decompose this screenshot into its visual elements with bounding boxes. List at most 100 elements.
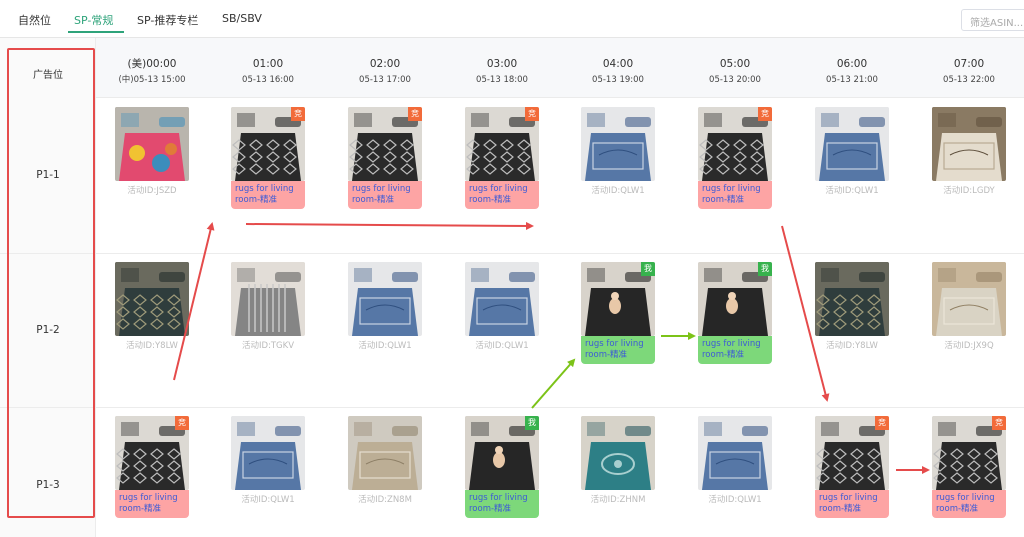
ad-slot-cell[interactable]: 活动ID:JSZD: [115, 107, 189, 196]
product-thumbnail[interactable]: [815, 107, 889, 181]
competitor-badge: 竞: [992, 416, 1006, 430]
time-column-header: 06:00 05-13 21:00: [802, 57, 902, 87]
keyword-caption: rugs for living room-精准: [698, 181, 772, 209]
us-time-label: 06:00: [836, 58, 868, 70]
keyword-caption: rugs for living room-精准: [231, 181, 305, 209]
product-thumbnail[interactable]: 竞: [465, 107, 539, 181]
product-thumbnail[interactable]: 我: [465, 416, 539, 490]
product-thumbnail[interactable]: 竞: [932, 416, 1006, 490]
competitor-badge: 竞: [875, 416, 889, 430]
product-thumbnail[interactable]: [231, 262, 305, 336]
ad-slot-cell[interactable]: 我 rugs for living room-精准: [581, 262, 655, 364]
tab-sp-regular[interactable]: SP-常规: [74, 12, 113, 28]
product-thumbnail[interactable]: [348, 262, 422, 336]
ad-slot-cell[interactable]: 活动ID:Y8LW: [115, 262, 189, 351]
ad-slot-cell[interactable]: 活动ID:QLW1: [231, 416, 305, 505]
ad-slot-cell[interactable]: 活动ID:QLW1: [465, 262, 539, 351]
ad-slot-cell[interactable]: 竞 rugs for living room-精准: [932, 416, 1006, 518]
competitor-badge: 竞: [408, 107, 422, 121]
campaign-id-label: 活动ID:TGKV: [241, 341, 295, 351]
product-thumbnail[interactable]: [698, 416, 772, 490]
keyword-caption: rugs for living room-精准: [815, 490, 889, 518]
ad-slot-cell[interactable]: 活动ID:LGDY: [932, 107, 1006, 196]
ad-slot-monitor-page: 自然位 SP-常规 SP-推荐专栏 SB/SBV 筛选ASIN... 广告位 P…: [0, 0, 1024, 537]
product-thumbnail[interactable]: 我: [698, 262, 772, 336]
time-column-header: 01:00 05-13 16:00: [218, 57, 318, 87]
cn-time-label: 05-13 16:00: [242, 75, 294, 85]
cn-time-label: 05-13 18:00: [476, 75, 528, 85]
tab-organic[interactable]: 自然位: [18, 12, 51, 28]
product-thumbnail[interactable]: [581, 416, 655, 490]
competitor-badge: 竞: [525, 107, 539, 121]
ad-slot-cell[interactable]: 竞 rugs for living room-精准: [465, 107, 539, 209]
ad-slot-cell[interactable]: 活动ID:QLW1: [815, 107, 889, 196]
product-thumbnail[interactable]: [231, 416, 305, 490]
keyword-caption: rugs for living room-精准: [932, 490, 1006, 518]
product-thumbnail[interactable]: [115, 107, 189, 181]
product-thumbnail[interactable]: [581, 107, 655, 181]
keyword-caption: rugs for living room-精准: [348, 181, 422, 209]
keyword-caption: rugs for living room-精准: [465, 490, 539, 518]
cn-time-label: 05-13 21:00: [826, 75, 878, 85]
ad-slot-cell[interactable]: 活动ID:TGKV: [231, 262, 305, 351]
product-thumbnail[interactable]: 我: [581, 262, 655, 336]
tab-bar: 自然位 SP-常规 SP-推荐专栏 SB/SBV 筛选ASIN...: [0, 0, 1024, 38]
competitor-badge: 竞: [175, 416, 189, 430]
product-thumbnail[interactable]: [815, 262, 889, 336]
ad-slot-cell[interactable]: 竞 rugs for living room-精准: [348, 107, 422, 209]
slot-grid: 广告位 P1-1 P1-2 P1-3 (美)00:00 (中)05-13 15:0…: [0, 38, 1024, 537]
cn-time-label: 05-13 17:00: [359, 75, 411, 85]
product-thumbnail[interactable]: [465, 262, 539, 336]
slot-column-highlight: [7, 48, 95, 518]
campaign-id-label: 活动ID:QLW1: [591, 186, 645, 196]
product-thumbnail[interactable]: [932, 107, 1006, 181]
keyword-caption: rugs for living room-精准: [115, 490, 189, 518]
ad-slot-cell[interactable]: 活动ID:QLW1: [698, 416, 772, 505]
ad-slot-cell[interactable]: 竞 rugs for living room-精准: [698, 107, 772, 209]
ad-slot-cell[interactable]: 活动ID:Y8LW: [815, 262, 889, 351]
cn-time-label: 05-13 19:00: [592, 75, 644, 85]
product-thumbnail[interactable]: [348, 416, 422, 490]
us-time-label: 03:00: [486, 58, 518, 70]
tab-sb-sbv[interactable]: SB/SBV: [222, 12, 262, 25]
campaign-id-label: 活动ID:QLW1: [475, 341, 529, 351]
product-thumbnail[interactable]: 竞: [115, 416, 189, 490]
product-thumbnail[interactable]: 竞: [698, 107, 772, 181]
ad-slot-cell[interactable]: 竞 rugs for living room-精准: [231, 107, 305, 209]
us-time-label: (美)00:00: [127, 58, 177, 70]
campaign-id-label: 活动ID:ZHNM: [590, 495, 646, 505]
campaign-id-label: 活动ID:QLW1: [825, 186, 879, 196]
product-thumbnail[interactable]: 竞: [815, 416, 889, 490]
product-thumbnail[interactable]: [115, 262, 189, 336]
product-thumbnail[interactable]: 竞: [348, 107, 422, 181]
own-product-badge: 我: [758, 262, 772, 276]
competitor-badge: 竞: [291, 107, 305, 121]
campaign-id-label: 活动ID:Y8LW: [826, 341, 878, 351]
ad-slot-cell[interactable]: 活动ID:JX9Q: [932, 262, 1006, 351]
ad-slot-cell[interactable]: 活动ID:QLW1: [348, 262, 422, 351]
keyword-caption: rugs for living room-精准: [581, 336, 655, 364]
us-time-label: 02:00: [369, 58, 401, 70]
own-product-badge: 我: [641, 262, 655, 276]
cn-time-label: 05-13 22:00: [943, 75, 995, 85]
ad-slot-cell[interactable]: 活动ID:ZHNM: [581, 416, 655, 505]
cn-time-label: (中)05-13 15:00: [118, 75, 186, 85]
asin-filter-input[interactable]: 筛选ASIN...: [961, 9, 1024, 31]
product-thumbnail[interactable]: 竞: [231, 107, 305, 181]
campaign-id-label: 活动ID:LGDY: [943, 186, 995, 196]
time-column-header: (美)00:00 (中)05-13 15:00: [102, 57, 202, 87]
ad-slot-cell[interactable]: 活动ID:QLW1: [581, 107, 655, 196]
tab-sp-recommended[interactable]: SP-推荐专栏: [137, 12, 198, 28]
campaign-id-label: 活动ID:JX9Q: [944, 341, 994, 351]
ad-slot-cell[interactable]: 我 rugs for living room-精准: [465, 416, 539, 518]
cn-time-label: 05-13 20:00: [709, 75, 761, 85]
time-column-header: 05:00 05-13 20:00: [685, 57, 785, 87]
ad-slot-cell[interactable]: 我 rugs for living room-精准: [698, 262, 772, 364]
campaign-id-label: 活动ID:Y8LW: [126, 341, 178, 351]
product-thumbnail[interactable]: [932, 262, 1006, 336]
row-divider: [0, 407, 1024, 408]
us-time-label: 04:00: [602, 58, 634, 70]
ad-slot-cell[interactable]: 竞 rugs for living room-精准: [815, 416, 889, 518]
ad-slot-cell[interactable]: 竞 rugs for living room-精准: [115, 416, 189, 518]
ad-slot-cell[interactable]: 活动ID:ZN8M: [348, 416, 422, 505]
